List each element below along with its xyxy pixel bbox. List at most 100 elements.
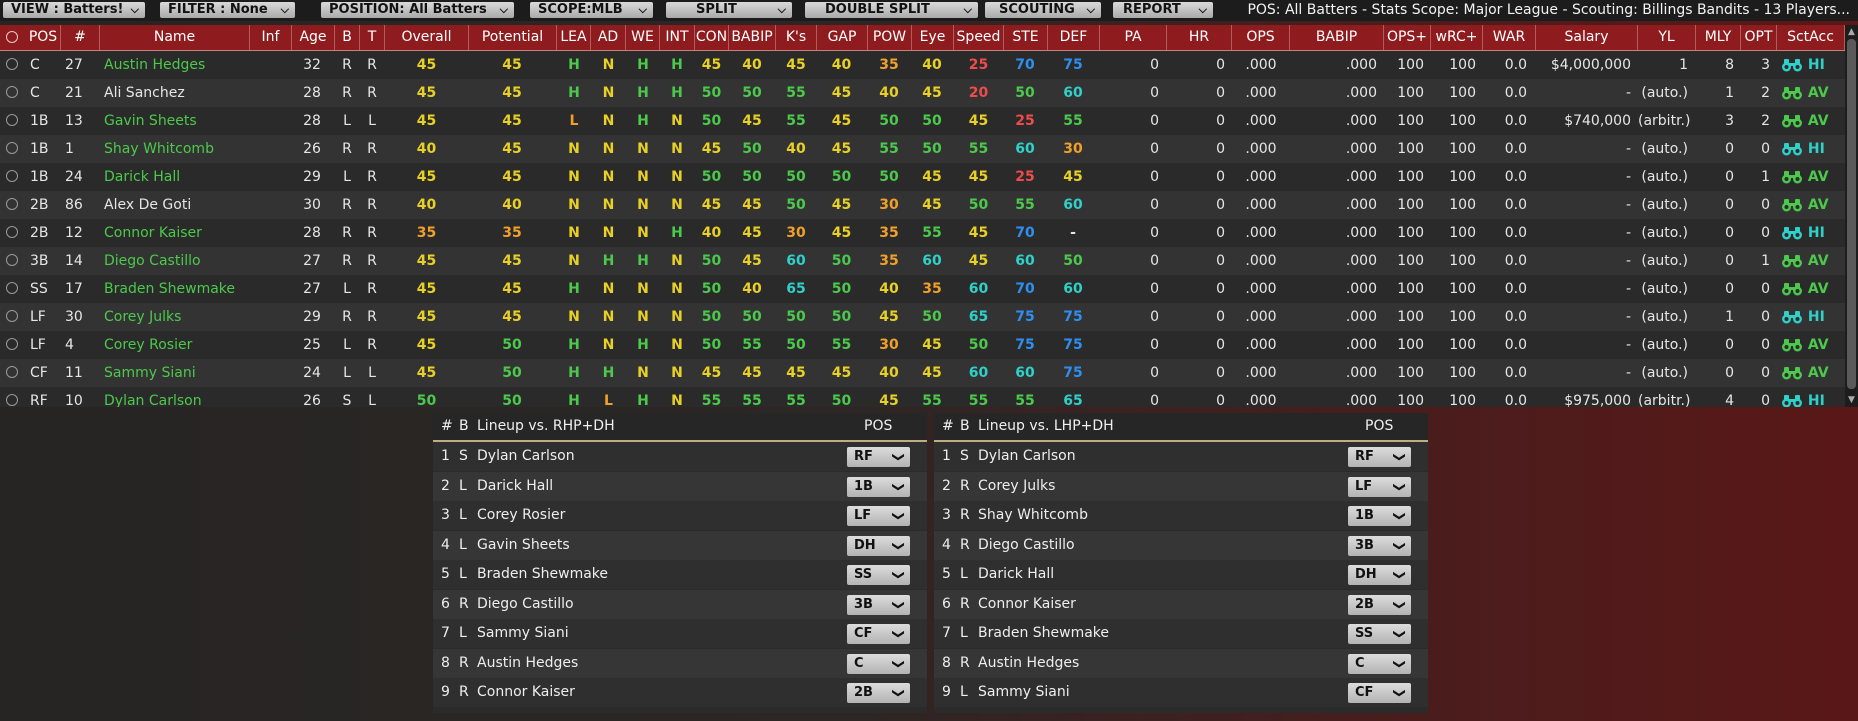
lineup-player-name[interactable]: Dylan Carlson (978, 442, 1076, 471)
position-select[interactable]: DH ❯ (1348, 565, 1411, 585)
player-row[interactable]: LF 30 Corey Julks 29 R R 45 45 N N N N 50 50 50 50 45 50 6… (0, 303, 1845, 331)
column-header-def[interactable]: DEF (1048, 25, 1100, 50)
position-select[interactable]: RF ❯ (847, 447, 910, 467)
lineup-row[interactable]: 2 R Corey Julks LF ❯ (934, 471, 1428, 501)
filter-dropdown[interactable]: FILTER : None ⌵ (160, 2, 295, 18)
column-header-pos[interactable]: POS (26, 25, 61, 50)
player-name-link[interactable]: Gavin Sheets (100, 107, 250, 135)
lineup-player-name[interactable]: Diego Castillo (477, 590, 574, 619)
row-select-radio-icon[interactable] (6, 58, 18, 70)
scroll-thumb[interactable] (1847, 39, 1856, 389)
lineup-row[interactable]: 9 L Sammy Siani CF ❯ (934, 678, 1428, 707)
lineup-row[interactable]: 6 R Diego Castillo 3B ❯ (433, 589, 927, 619)
row-select-radio-icon[interactable] (6, 366, 18, 378)
row-select-radio-icon[interactable] (6, 170, 18, 182)
position-select[interactable]: RF ❯ (1348, 447, 1411, 467)
scope-dropdown[interactable]: SCOPE:MLB ⌵ (530, 2, 653, 18)
player-row[interactable]: SS 17 Braden Shewmake 27 L R 45 45 H N N N 50 40 65 50 4… (0, 275, 1845, 303)
lineup-player-name[interactable]: Dylan Carlson (477, 442, 575, 471)
player-name-link[interactable]: Dylan Carlson (100, 387, 250, 407)
position-select[interactable]: 1B ❯ (1348, 506, 1411, 526)
column-header-potential[interactable]: Potential (469, 25, 557, 50)
player-name-link[interactable]: Ali Sanchez (100, 79, 250, 107)
player-row[interactable]: 1B 13 Gavin Sheets 28 L L 45 45 L N H N 50 45 55 45 50 50… (0, 107, 1845, 135)
lineup-player-name[interactable]: Diego Castillo (978, 531, 1075, 560)
lineup-row[interactable]: 5 L Darick Hall DH ❯ (934, 560, 1428, 589)
row-select-radio-icon[interactable] (6, 394, 18, 406)
player-name-link[interactable]: Sammy Siani (100, 359, 250, 387)
position-select[interactable]: DH ❯ (847, 535, 910, 556)
player-row[interactable]: C 27 Austin Hedges 32 R R 45 45 H N H H 45 40 45 40 35 40… (0, 51, 1845, 79)
column-header-int[interactable]: INT (660, 25, 695, 50)
lineup-row[interactable]: 8 R Austin Hedges C ❯ (934, 648, 1428, 678)
split-dropdown[interactable]: SPLIT ⌵ (666, 2, 792, 18)
position-select[interactable]: 1B ❯ (847, 476, 910, 497)
column-header-sctacc[interactable]: SctAcc (1777, 25, 1845, 50)
column-header-babip-2[interactable]: BABIP (1290, 25, 1384, 50)
vertical-scrollbar[interactable]: ▲ ▼ (1845, 25, 1858, 407)
position-select[interactable]: LF ❯ (847, 506, 910, 526)
player-row[interactable]: 3B 14 Diego Castillo 27 R R 45 45 N H H N 50 45 60 50 35… (0, 247, 1845, 275)
column-header-gap[interactable]: GAP (817, 25, 868, 50)
position-select[interactable]: 2B ❯ (1348, 594, 1411, 615)
column-header-ops[interactable]: OPS+ (1384, 25, 1431, 50)
player-row[interactable]: 1B 1 Shay Whitcomb 26 R R 40 45 N N N N 45 50 40 45 55 50… (0, 135, 1845, 163)
lineup-row[interactable]: 3 R Shay Whitcomb 1B ❯ (934, 501, 1428, 530)
position-dropdown[interactable]: POSITION: All Batters ⌵ (321, 2, 514, 18)
lineup-player-name[interactable]: Connor Kaiser (978, 590, 1076, 619)
lineup-row[interactable]: 6 R Connor Kaiser 2B ❯ (934, 589, 1428, 619)
position-select[interactable]: C ❯ (847, 653, 910, 674)
player-row[interactable]: 1B 24 Darick Hall 29 L R 45 45 N N N N 50 50 50 50 50 45 4… (0, 163, 1845, 191)
row-select-radio-icon[interactable] (6, 310, 18, 322)
row-select-radio-icon[interactable] (6, 86, 18, 98)
scroll-up-icon[interactable]: ▲ (1847, 27, 1856, 37)
column-header-ad[interactable]: AD (591, 25, 626, 50)
lineup-row[interactable]: 9 R Connor Kaiser 2B ❯ (433, 678, 927, 707)
player-name-link[interactable]: Braden Shewmake (100, 275, 250, 303)
column-header-babip[interactable]: BABIP (729, 25, 776, 50)
player-name-link[interactable]: Shay Whitcomb (100, 135, 250, 163)
player-name-link[interactable]: Darick Hall (100, 163, 250, 191)
position-select[interactable]: SS ❯ (1348, 624, 1411, 644)
player-name-link[interactable]: Corey Rosier (100, 331, 250, 359)
column-header-age[interactable]: Age (292, 25, 335, 50)
column-header-pow[interactable]: POW (868, 25, 912, 50)
position-select[interactable]: CF ❯ (1348, 683, 1411, 703)
column-header-overall[interactable]: Overall (385, 25, 469, 50)
view-dropdown[interactable]: VIEW : Batters! ⌵ (3, 2, 145, 18)
position-select[interactable]: SS ❯ (847, 565, 910, 585)
column-header-name[interactable]: Name (100, 25, 250, 50)
player-row[interactable]: LF 4 Corey Rosier 25 L R 45 50 H N H N 50 55 50 55 30 45 5… (0, 331, 1845, 359)
column-header-eye[interactable]: Eye (912, 25, 954, 50)
column-header-pa[interactable]: PA (1100, 25, 1167, 50)
column-header-inf[interactable]: Inf (250, 25, 292, 50)
player-row[interactable]: C 21 Ali Sanchez 28 R R 45 45 H N H H 50 50 55 45 40 45 20… (0, 79, 1845, 107)
double-split-dropdown[interactable]: DOUBLE SPLIT ⌵ (805, 2, 978, 18)
player-name-link[interactable]: Alex De Goti (100, 191, 250, 219)
column-header-war[interactable]: WAR (1483, 25, 1536, 50)
player-row[interactable]: 2B 12 Connor Kaiser 28 R R 35 35 N N N H 40 45 30 45 35 5… (0, 219, 1845, 247)
position-select[interactable]: LF ❯ (1348, 476, 1411, 497)
column-header-speed[interactable]: Speed (954, 25, 1004, 50)
report-dropdown[interactable]: REPORT ⌵ (1113, 2, 1213, 18)
player-name-link[interactable]: Connor Kaiser (100, 219, 250, 247)
column-header-salary[interactable]: Salary (1536, 25, 1638, 50)
row-select-radio-icon[interactable] (6, 338, 18, 350)
position-select[interactable]: 3B ❯ (847, 594, 910, 615)
lineup-player-name[interactable]: Corey Julks (978, 472, 1055, 501)
column-header-yl[interactable]: YL (1638, 25, 1696, 50)
column-header-mly[interactable]: MLY (1696, 25, 1741, 50)
row-select-radio-icon[interactable] (6, 226, 18, 238)
lineup-player-name[interactable]: Austin Hedges (978, 649, 1079, 678)
lineup-player-name[interactable]: Shay Whitcomb (978, 501, 1088, 530)
position-select[interactable]: CF ❯ (847, 624, 910, 644)
lineup-player-name[interactable]: Sammy Siani (978, 678, 1070, 707)
column-header-con[interactable]: CON (695, 25, 729, 50)
lineup-player-name[interactable]: Darick Hall (978, 560, 1054, 589)
lineup-row[interactable]: 7 L Braden Shewmake SS ❯ (934, 619, 1428, 648)
column-header-[interactable]: # (61, 25, 100, 50)
position-select[interactable]: 2B ❯ (847, 683, 910, 703)
column-header-opt[interactable]: OPT (1741, 25, 1777, 50)
row-select-radio-icon[interactable] (6, 198, 18, 210)
lineup-player-name[interactable]: Darick Hall (477, 472, 553, 501)
